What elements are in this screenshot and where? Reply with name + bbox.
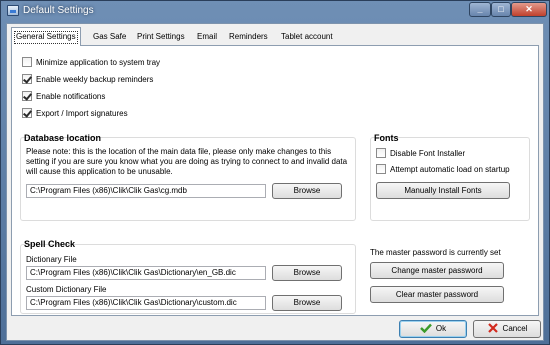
database-location-heading: Database location (24, 133, 102, 143)
custom-dictionary-browse-button[interactable]: Browse (272, 295, 342, 311)
ok-button[interactable]: Ok (399, 320, 467, 338)
tab-general-settings[interactable]: General Settings (11, 27, 81, 46)
close-button[interactable]: ✕ (511, 2, 547, 17)
settings-window: Default Settings _ □ ✕ General Settings … (0, 0, 550, 345)
checkbox-box (22, 91, 32, 101)
title-bar[interactable]: Default Settings _ □ ✕ (1, 1, 549, 21)
database-path-field[interactable]: C:\Program Files (x86)\Clik\Clik Gas\cg.… (26, 184, 266, 198)
dialog-body: General Settings Gas Safe Print Settings… (6, 23, 544, 341)
master-password-status: The master password is currently set (370, 248, 501, 257)
fonts-heading: Fonts (374, 133, 399, 143)
checkbox-label: Attempt automatic load on startup (390, 165, 510, 174)
change-master-password-button[interactable]: Change master password (370, 262, 504, 279)
ok-label: Ok (435, 324, 447, 333)
checkbox-box (376, 148, 386, 158)
cancel-label: Cancel (502, 324, 528, 333)
checkbox-label: Minimize application to system tray (36, 58, 161, 67)
checkbox-label: Enable weekly backup reminders (36, 75, 154, 84)
app-icon (7, 5, 19, 16)
tab-email[interactable]: Email (193, 29, 221, 45)
tab-print-settings[interactable]: Print Settings (133, 29, 189, 45)
checkmark-icon (420, 323, 432, 333)
checkbox-label: Export / Import signatures (36, 109, 128, 118)
dictionary-path-field[interactable]: C:\Program Files (x86)\Clik\Clik Gas\Dic… (26, 266, 266, 280)
minimize-icon: _ (477, 4, 483, 14)
minimize-button[interactable]: _ (469, 2, 491, 17)
tab-gas-safe[interactable]: Gas Safe (89, 29, 130, 45)
checkbox-box (22, 74, 32, 84)
close-icon: ✕ (525, 4, 533, 14)
checkbox-box (22, 108, 32, 118)
database-browse-button[interactable]: Browse (272, 183, 342, 199)
custom-dictionary-path-field[interactable]: C:\Program Files (x86)\Clik\Clik Gas\Dic… (26, 296, 266, 310)
clear-master-password-button[interactable]: Clear master password (370, 286, 504, 303)
spell-check-heading: Spell Check (24, 239, 76, 249)
dictionary-browse-button[interactable]: Browse (272, 265, 342, 281)
cancel-button[interactable]: Cancel (473, 320, 541, 338)
maximize-icon: □ (498, 4, 504, 14)
tab-reminders[interactable]: Reminders (225, 29, 272, 45)
manually-install-fonts-button[interactable]: Manually Install Fonts (376, 182, 510, 199)
dictionary-file-label: Dictionary File (26, 255, 77, 264)
checkbox-label: Enable notifications (36, 92, 106, 101)
maximize-button[interactable]: □ (491, 2, 511, 17)
database-warning-note: Please note: this is the location of the… (26, 147, 348, 176)
checkbox-box (22, 57, 32, 67)
general-settings-panel: Minimize application to system tray Enab… (11, 45, 539, 316)
tab-tablet-account[interactable]: Tablet account (277, 29, 337, 45)
checkbox-box (376, 164, 386, 174)
custom-dictionary-label: Custom Dictionary File (26, 285, 107, 294)
cancel-icon (487, 323, 498, 333)
checkbox-label: Disable Font Installer (390, 149, 466, 158)
window-title: Default Settings (23, 5, 94, 16)
